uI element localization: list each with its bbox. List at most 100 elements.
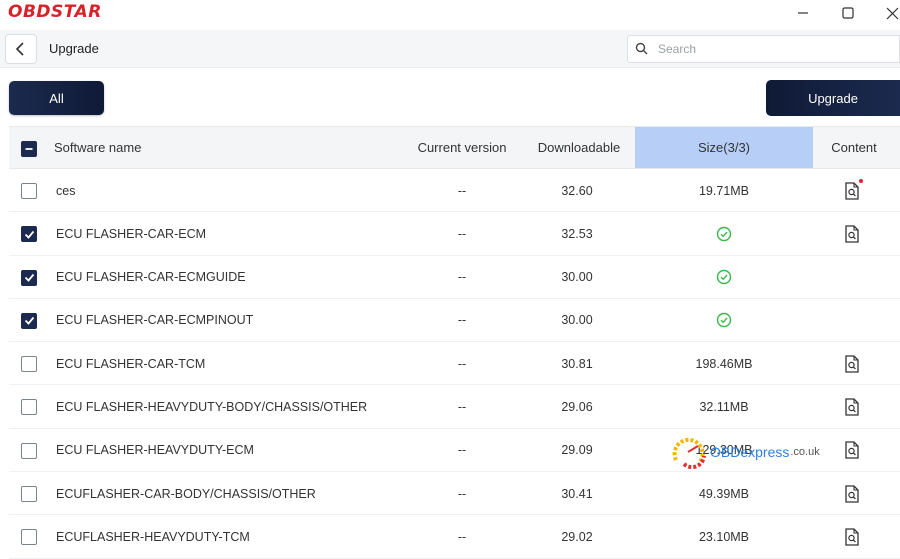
table-body: ces -- 32.60 19.71MB ECU FLASHER-CAR-ECM -- 32… (9, 169, 900, 559)
row-checkbox[interactable] (21, 183, 37, 199)
column-header-software-name: Software name (54, 140, 142, 155)
downloadable-version: 30.81 (561, 356, 593, 371)
size-cell (635, 299, 813, 342)
table-row[interactable]: ECUFLASHER-CAR-BODY/CHASSIS/OTHER -- 30.41… (9, 472, 900, 516)
column-header-content: Content (831, 140, 877, 155)
download-complete-icon (716, 313, 732, 328)
software-name: ECU FLASHER-CAR-ECMGUIDE (56, 270, 246, 285)
size-value: 49.39MB (698, 486, 750, 501)
check-icon (24, 274, 34, 282)
size-cell: 49.39MB (635, 472, 813, 515)
column-header-size[interactable]: Size(3/3) (635, 127, 813, 168)
content-cell[interactable] (813, 472, 891, 515)
content-cell[interactable] (813, 429, 891, 472)
content-document-icon (845, 484, 859, 503)
row-checkbox[interactable] (21, 356, 37, 373)
search-input[interactable] (658, 39, 888, 59)
table-row[interactable]: ECU FLASHER-CAR-ECMPINOUT -- 30.00 (9, 299, 900, 343)
software-name: ECU FLASHER-HEAVYDUTY-BODY/CHASSIS/OTHER (56, 399, 368, 414)
table-row[interactable]: ces -- 32.60 19.71MB (9, 169, 900, 213)
content-button[interactable] (844, 178, 863, 200)
download-complete-icon (716, 269, 732, 285)
column-header-downloadable: Downloadable (537, 140, 621, 155)
content-button[interactable] (844, 441, 860, 459)
current-version: -- (457, 399, 467, 414)
check-icon (24, 317, 34, 326)
app-logo: OBDSTAR (8, 2, 102, 22)
current-version: -- (457, 226, 467, 241)
content-cell (813, 256, 891, 299)
content-cell[interactable] (813, 385, 891, 428)
software-table: Software name Current version Downloadab… (9, 126, 900, 559)
current-version: -- (457, 270, 467, 285)
current-version: -- (457, 486, 467, 501)
maximize-button[interactable] (835, 2, 861, 24)
current-version: -- (457, 356, 467, 371)
size-value: 32.11MB (699, 399, 749, 414)
size-cell: 32.11MB (635, 385, 813, 428)
size-cell (635, 212, 813, 255)
download-complete-icon (716, 226, 732, 241)
column-header-current-version: Current version (417, 140, 507, 155)
title-bar: OBDSTAR (0, 0, 900, 28)
content-cell[interactable] (813, 212, 891, 255)
row-checkbox[interactable] (21, 269, 37, 286)
row-checkbox[interactable] (21, 529, 37, 546)
minimize-icon (798, 12, 808, 14)
content-button[interactable] (844, 528, 860, 546)
table-header: Software name Current version Downloadab… (9, 126, 900, 169)
row-checkbox[interactable] (21, 312, 37, 329)
downloadable-version: 29.06 (561, 399, 593, 414)
row-checkbox[interactable] (21, 442, 37, 459)
maximize-icon (842, 7, 854, 19)
row-checkbox[interactable] (21, 486, 37, 503)
content-cell (813, 299, 891, 342)
downloadable-version: 32.53 (561, 226, 593, 241)
back-button[interactable] (5, 34, 37, 64)
close-icon (886, 7, 898, 19)
software-name: ECU FLASHER-HEAVYDUTY-ECM (56, 443, 254, 458)
downloadable-version: 30.00 (561, 270, 593, 285)
row-checkbox[interactable] (21, 226, 37, 243)
size-cell: 198.46MB (635, 342, 813, 385)
software-name: ECU FLASHER-CAR-ECMPINOUT (56, 313, 254, 328)
software-name: ECU FLASHER-CAR-ECM (56, 226, 207, 241)
downloadable-version: 30.00 (561, 313, 593, 328)
content-cell[interactable] (813, 169, 891, 212)
downloadable-version: 29.09 (561, 443, 593, 458)
minimize-button[interactable] (790, 2, 816, 24)
content-button[interactable] (844, 225, 860, 243)
table-row[interactable]: ECU FLASHER-CAR-ECM -- 32.53 (9, 212, 900, 256)
downloadable-version: 32.60 (561, 183, 593, 198)
content-button[interactable] (844, 484, 860, 503)
table-row[interactable]: ECU FLASHER-CAR-ECMGUIDE -- 30.00 (9, 256, 900, 299)
table-row[interactable]: ECU FLASHER-CAR-TCM -- 30.81 198.46MB (9, 342, 900, 386)
new-indicator (859, 178, 863, 183)
content-document-icon (845, 441, 859, 459)
size-cell (635, 256, 813, 299)
search-box[interactable] (627, 35, 900, 63)
size-value: 198.46MB (695, 356, 753, 371)
table-row[interactable]: ECU FLASHER-HEAVYDUTY-ECM -- 29.09 129.30MB (9, 429, 900, 473)
check-icon (24, 230, 34, 239)
tab-all[interactable]: All (9, 81, 104, 115)
software-name: ECU FLASHER-CAR-TCM (56, 356, 206, 371)
content-cell[interactable] (813, 342, 891, 385)
size-value: 129.30MB (695, 443, 753, 458)
downloadable-version: 30.41 (561, 486, 593, 501)
content-button[interactable] (844, 398, 860, 416)
table-row[interactable]: ECUFLASHER-HEAVYDUTY-TCM -- 29.02 23.10MB (9, 515, 900, 559)
table-row[interactable]: ECU FLASHER-HEAVYDUTY-BODY/CHASSIS/OTHER… (9, 385, 900, 429)
content-button[interactable] (844, 355, 860, 373)
current-version: -- (457, 183, 467, 198)
row-checkbox[interactable] (21, 399, 37, 416)
minus-icon (25, 148, 33, 150)
content-document-icon (845, 528, 859, 546)
size-cell: 19.71MB (635, 169, 813, 212)
size-value: 19.71MB (698, 183, 750, 198)
current-version: -- (457, 313, 467, 328)
content-document-icon (845, 225, 859, 243)
upgrade-button[interactable]: Upgrade (766, 80, 900, 116)
select-all-checkbox[interactable] (21, 141, 37, 157)
close-window-button[interactable] (879, 2, 900, 24)
